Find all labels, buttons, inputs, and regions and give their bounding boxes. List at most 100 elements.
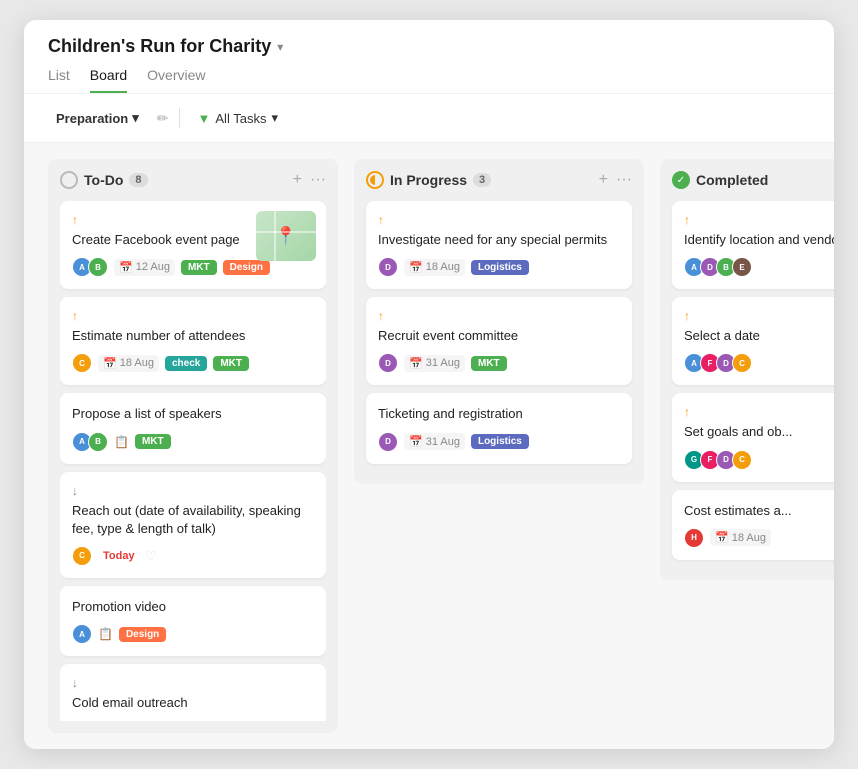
tab-board[interactable]: Board	[90, 67, 127, 93]
card-title: Estimate number of attendees	[72, 327, 314, 345]
tab-overview[interactable]: Overview	[147, 67, 205, 93]
card-title: Identify location and vendors	[684, 231, 834, 249]
date-badge: 📅 31 Aug	[404, 355, 465, 372]
project-title: Children's Run for Charity	[48, 36, 271, 57]
column-completed-header: ✓ Completed + ···	[672, 171, 834, 189]
avatar-group: H	[684, 528, 704, 548]
todo-more-button[interactable]: ···	[310, 171, 326, 189]
column-inprogress-header: In Progress 3 + ···	[366, 171, 632, 189]
avatar-group: A D B E	[684, 257, 752, 277]
map-thumbnail: 📍	[256, 211, 316, 261]
priority-up-icon: ↑	[72, 309, 78, 323]
todo-add-button[interactable]: +	[293, 171, 302, 189]
toolbar-divider	[179, 108, 180, 128]
tag-logistics: Logistics	[471, 434, 529, 449]
column-inprogress: In Progress 3 + ··· ↑ Investigate need f…	[354, 159, 644, 484]
inprogress-status-icon	[366, 171, 384, 189]
date-badge-today: Today	[98, 548, 140, 564]
avatar: C	[732, 450, 752, 470]
card-title: Reach out (date of availability, speakin…	[72, 502, 314, 538]
filter-label: All Tasks	[215, 111, 266, 126]
card-ticketing: Ticketing and registration D 📅 31 Aug Lo…	[366, 393, 632, 463]
title-dropdown-icon[interactable]: ▾	[277, 40, 283, 54]
card-set-goals: ↑ Set goals and ob... G F D C	[672, 393, 834, 481]
avatar-group: G F D C	[684, 450, 752, 470]
calendar-icon: 📅	[103, 357, 117, 370]
date-value: 18 Aug	[426, 261, 460, 273]
avatar-group: A B	[72, 257, 108, 277]
header: Children's Run for Charity ▾ List Board …	[24, 20, 834, 94]
date-badge: 📅 31 Aug	[404, 433, 465, 450]
card-title: Select a date	[684, 327, 834, 345]
avatar: H	[684, 528, 704, 548]
card-create-facebook: 📍 ↑ Create Facebook event page A B 📅	[60, 201, 326, 289]
avatar-group: A F D C	[684, 353, 752, 373]
column-todo: To-Do 8 + ··· 📍 ↑	[48, 159, 338, 733]
priority-up-icon: ↑	[684, 309, 690, 323]
toolbar: Preparation ▾ ✏ ▼ All Tasks ▾	[24, 94, 834, 143]
card-identify-location: ↑ Identify location and vendors A D B E	[672, 201, 834, 289]
filter-button[interactable]: ▼ All Tasks ▾	[190, 106, 286, 130]
priority-up-icon: ↑	[684, 213, 690, 227]
avatar: A	[72, 720, 92, 721]
avatar-group: D	[378, 257, 398, 277]
card-title: Propose a list of speakers	[72, 405, 314, 423]
heart-icon: ♡	[146, 549, 157, 563]
avatar: B	[88, 432, 108, 452]
priority-up-icon: ↑	[378, 309, 384, 323]
section-chevron: ▾	[132, 110, 139, 126]
inprogress-more-button[interactable]: ···	[616, 171, 632, 189]
tag-mkt: MKT	[135, 434, 171, 449]
card-title: Recruit event committee	[378, 327, 620, 345]
card-reach-out: ↓ Reach out (date of availability, speak…	[60, 472, 326, 578]
avatar: C	[732, 353, 752, 373]
section-selector[interactable]: Preparation ▾	[48, 106, 147, 130]
avatar: D	[378, 432, 398, 452]
avatar: B	[88, 257, 108, 277]
tag-design: Design	[119, 627, 166, 642]
date-badge: 📅 18 Aug	[710, 529, 771, 546]
avatar-group: A B	[72, 432, 108, 452]
attach-icon: 📋	[98, 627, 113, 641]
card-cost-estimates: Cost estimates a... H 📅 18 Aug	[672, 490, 834, 560]
date-badge: 📅 18 Aug	[404, 259, 465, 276]
card-title: Promotion video	[72, 598, 314, 616]
date-value: 31 Aug	[426, 357, 460, 369]
calendar-icon: 📅	[409, 435, 423, 448]
todo-title: To-Do	[84, 172, 123, 188]
avatar: A	[72, 624, 92, 644]
avatar-group: A	[72, 624, 92, 644]
column-todo-header: To-Do 8 + ···	[60, 171, 326, 189]
edit-icon[interactable]: ✏	[157, 110, 169, 127]
avatar-group: A B	[72, 720, 108, 721]
date-badge: 📅 12 Aug	[114, 259, 175, 276]
avatar-group: D	[378, 353, 398, 373]
completed-title: Completed	[696, 172, 768, 188]
card-special-permits: ↑ Investigate need for any special permi…	[366, 201, 632, 289]
date-value: 18 Aug	[120, 357, 154, 369]
card-recruit-committee: ↑ Recruit event committee D 📅 31 Aug MKT	[366, 297, 632, 385]
avatar: D	[378, 257, 398, 277]
avatar-group: C	[72, 353, 92, 373]
tag-mkt: MKT	[181, 260, 217, 275]
priority-up-icon: ↑	[378, 213, 384, 227]
avatar: C	[72, 546, 92, 566]
card-select-date: ↑ Select a date A F D C	[672, 297, 834, 385]
inprogress-add-button[interactable]: +	[599, 171, 608, 189]
date-value: 12 Aug	[136, 261, 170, 273]
inprogress-count: 3	[473, 173, 491, 187]
tag-check: check	[165, 356, 207, 371]
tag-mkt: MKT	[213, 356, 249, 371]
calendar-icon: 📅	[119, 261, 133, 274]
avatar: D	[378, 353, 398, 373]
todo-status-icon	[60, 171, 78, 189]
nav-tabs: List Board Overview	[48, 67, 810, 93]
date-value: 18 Aug	[732, 532, 766, 544]
avatar-group: C	[72, 546, 92, 566]
priority-up-icon: ↑	[72, 213, 78, 227]
card-cold-email: ↓ Cold email outreach A B	[60, 664, 326, 721]
card-title: Investigate need for any special permits	[378, 231, 620, 249]
section-label: Preparation	[56, 111, 128, 126]
tab-list[interactable]: List	[48, 67, 70, 93]
card-title: Ticketing and registration	[378, 405, 620, 423]
